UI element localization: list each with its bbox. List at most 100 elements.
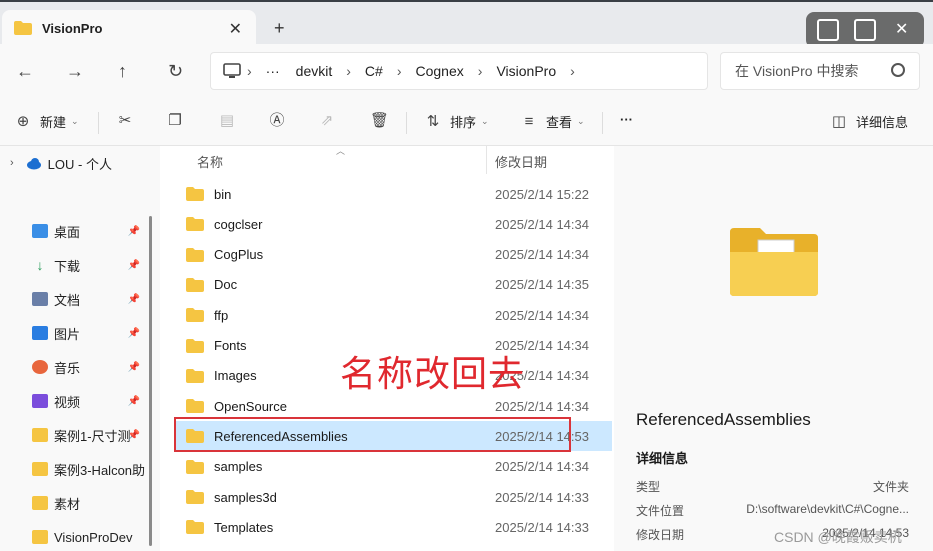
expand-icon[interactable] bbox=[817, 19, 840, 41]
close-icon[interactable]: ✕ bbox=[891, 19, 913, 41]
toolbar-divider bbox=[602, 112, 603, 134]
file-row[interactable]: samples 2025/2/14 14:34 bbox=[174, 452, 612, 482]
sidebar-item-label: 图片 bbox=[54, 326, 81, 342]
paste-icon: ▤ bbox=[219, 112, 235, 129]
refresh-button[interactable]: ↻ bbox=[168, 61, 183, 82]
sidebar-scrollbar[interactable] bbox=[149, 216, 152, 546]
pin-icon: 📌 bbox=[127, 361, 140, 373]
file-date: 2025/2/14 14:34 bbox=[495, 398, 589, 414]
up-button[interactable]: ↑ bbox=[118, 61, 127, 82]
column-header-date[interactable]: 修改日期 bbox=[495, 152, 547, 171]
navigation-bar: ← → ↑ ↻ › ··· devkit › C# › Cognex › Vis… bbox=[0, 44, 933, 98]
tab-close-icon[interactable]: ✕ bbox=[229, 19, 242, 39]
breadcrumb-visionpro[interactable]: VisionPro bbox=[496, 63, 556, 79]
folder-icon bbox=[32, 530, 48, 544]
file-row[interactable]: CogPlus 2025/2/14 14:34 bbox=[174, 240, 612, 270]
details-label-type: 类型 bbox=[636, 480, 661, 494]
tab-visionpro[interactable]: VisionPro ✕ bbox=[2, 10, 256, 46]
breadcrumb-cognex[interactable]: Cognex bbox=[416, 63, 464, 79]
file-date: 2025/2/14 14:33 bbox=[495, 519, 589, 535]
chevron-down-icon: ⌄ bbox=[481, 116, 489, 126]
file-row[interactable]: Templates 2025/2/14 14:33 bbox=[174, 512, 612, 542]
view-list-icon: ≡ bbox=[524, 112, 534, 130]
file-name: samples3d bbox=[214, 489, 277, 505]
sort-ascending-icon: ︿ bbox=[336, 146, 346, 156]
file-row[interactable]: samples3d 2025/2/14 14:33 bbox=[174, 482, 612, 512]
address-bar[interactable]: › ··· devkit › C# › Cognex › VisionPro › bbox=[210, 52, 708, 90]
file-date: 2025/2/14 14:34 bbox=[495, 247, 589, 263]
cut-button[interactable]: ✂ bbox=[116, 112, 142, 130]
sidebar-item-pictures[interactable]: 图片 📌 bbox=[0, 319, 150, 347]
more-options-button[interactable]: ··· bbox=[620, 112, 633, 127]
watermark: CSDN @晚霞贩卖机 bbox=[774, 529, 902, 545]
sidebar-item-label: LOU - 个人 bbox=[47, 156, 112, 172]
sidebar-item-documents[interactable]: 文档 📌 bbox=[0, 285, 150, 313]
title-bar: VisionPro ✕ + ✕ bbox=[0, 0, 933, 48]
folder-icon bbox=[186, 308, 204, 323]
folder-icon bbox=[186, 459, 204, 474]
chevron-right-icon: › bbox=[396, 63, 402, 79]
sidebar-item-label: 视频 bbox=[54, 394, 81, 410]
sidebar-item-label: 案例3-Halcon助 bbox=[54, 462, 146, 478]
details-label: 详细信息 bbox=[856, 115, 909, 130]
trash-icon: 🗑 bbox=[370, 112, 390, 129]
pictures-icon bbox=[32, 326, 48, 340]
column-divider[interactable] bbox=[486, 146, 487, 174]
details-pane-icon: ◫ bbox=[831, 112, 847, 130]
cloud-icon bbox=[26, 158, 41, 170]
rename-button[interactable]: Ⓐ bbox=[268, 112, 294, 130]
sidebar-item-case1[interactable]: 案例1-尺寸测 📌 bbox=[0, 421, 150, 449]
file-name: OpenSource bbox=[214, 398, 287, 414]
toolbar-divider bbox=[406, 112, 407, 134]
scissors-icon: ✂ bbox=[118, 112, 132, 129]
sidebar-item-desktop[interactable]: 桌面 📌 bbox=[0, 217, 150, 245]
breadcrumb-overflow[interactable]: ··· bbox=[266, 63, 280, 79]
scan-icon[interactable] bbox=[853, 19, 876, 41]
details-value-location: D:\software\devkit\C#\Cogne... bbox=[746, 502, 909, 516]
new-tab-button[interactable]: + bbox=[274, 18, 285, 39]
file-row[interactable]: ffp 2025/2/14 14:34 bbox=[174, 300, 612, 330]
details-pane-button[interactable]: ◫ 详细信息 bbox=[830, 112, 908, 131]
view-button[interactable]: ≡ 查看 ⌄ bbox=[520, 112, 585, 131]
music-icon bbox=[32, 360, 48, 374]
copy-button[interactable]: ❐ bbox=[166, 112, 192, 130]
folder-icon bbox=[186, 187, 204, 201]
paste-button[interactable]: ▤ bbox=[218, 112, 244, 130]
new-label: 新建 bbox=[40, 115, 67, 130]
sidebar-item-case3[interactable]: 案例3-Halcon助 bbox=[0, 455, 150, 483]
pin-icon: 📌 bbox=[127, 259, 140, 271]
plus-circle-icon: ⊕ bbox=[16, 112, 30, 130]
back-button[interactable]: ← bbox=[16, 61, 34, 82]
breadcrumb-devkit[interactable]: devkit bbox=[296, 63, 333, 79]
forward-button[interactable]: → bbox=[66, 61, 84, 82]
sidebar-item-downloads[interactable]: ↓ 下载 📌 bbox=[0, 251, 150, 279]
sidebar-item-label: 音乐 bbox=[54, 360, 81, 376]
share-button[interactable]: ⇗ bbox=[318, 112, 344, 130]
file-name: CogPlus bbox=[214, 247, 264, 263]
command-toolbar: ⊕ 新建 ⌄ ✂ ❐ ▤ Ⓐ ⇗ 🗑 ⇅ 排序 ⌄ ≡ 查看 ⌄ ··· ◫ 详… bbox=[0, 98, 933, 146]
folder-icon bbox=[186, 399, 204, 414]
file-row[interactable]: cogclser 2025/2/14 14:34 bbox=[174, 209, 612, 239]
delete-button[interactable]: 🗑 bbox=[370, 112, 396, 130]
search-input[interactable]: 在 VisionPro 中搜索 bbox=[720, 52, 920, 90]
rename-icon: Ⓐ bbox=[269, 112, 285, 129]
file-name: ffp bbox=[214, 307, 229, 323]
sidebar-item-visionprodev[interactable]: VisionProDev bbox=[0, 523, 150, 551]
sort-button[interactable]: ⇅ 排序 ⌄ bbox=[424, 112, 489, 131]
folder-preview-icon bbox=[730, 228, 818, 296]
breadcrumb-csharp[interactable]: C# bbox=[365, 63, 383, 79]
sidebar-item-music[interactable]: 音乐 📌 bbox=[0, 353, 150, 381]
details-value-type: 文件夹 bbox=[872, 480, 909, 494]
window-controls-overlay: ✕ bbox=[806, 12, 924, 48]
folder-icon bbox=[32, 496, 48, 510]
sidebar-item-materials[interactable]: 素材 bbox=[0, 489, 150, 517]
folder-icon bbox=[186, 217, 204, 232]
file-row[interactable]: Doc 2025/2/14 14:35 bbox=[174, 270, 612, 300]
column-header-name[interactable]: 名称 bbox=[197, 152, 223, 171]
sidebar-item-onedrive[interactable]: › LOU - 个人 bbox=[0, 149, 150, 177]
file-row[interactable]: bin 2025/2/14 15:22 bbox=[174, 179, 612, 209]
sidebar-item-videos[interactable]: 视频 📌 bbox=[0, 387, 150, 415]
file-date: 2025/2/14 14:33 bbox=[495, 489, 589, 505]
new-button[interactable]: ⊕ 新建 ⌄ bbox=[14, 112, 79, 131]
annotation-text: 名称改回去 bbox=[340, 353, 526, 394]
